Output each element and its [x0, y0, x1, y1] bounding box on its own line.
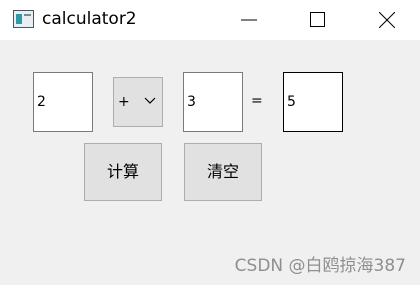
maximize-button[interactable] — [295, 0, 341, 40]
minimize-button[interactable] — [226, 0, 272, 40]
operand2-input[interactable]: 3 — [183, 72, 243, 132]
app-window-icon — [13, 10, 34, 28]
minimize-icon — [241, 19, 257, 21]
maximize-icon — [310, 12, 325, 27]
clear-button[interactable]: 清空 — [184, 143, 262, 201]
title-bar: calculator2 — [0, 0, 420, 40]
operator-select[interactable]: + — [113, 77, 163, 127]
close-icon — [379, 12, 395, 28]
operator-value: + — [118, 94, 130, 110]
chevron-down-icon — [144, 97, 156, 104]
window-title: calculator2 — [42, 9, 137, 29]
operand1-input[interactable]: 2 — [33, 72, 93, 132]
close-button[interactable] — [364, 0, 410, 40]
result-field[interactable]: 5 — [283, 72, 343, 132]
watermark-text: CSDN @白鸥掠海387 — [234, 256, 406, 276]
calculate-button[interactable]: 计算 — [84, 143, 162, 201]
equals-label: = — [251, 93, 263, 109]
